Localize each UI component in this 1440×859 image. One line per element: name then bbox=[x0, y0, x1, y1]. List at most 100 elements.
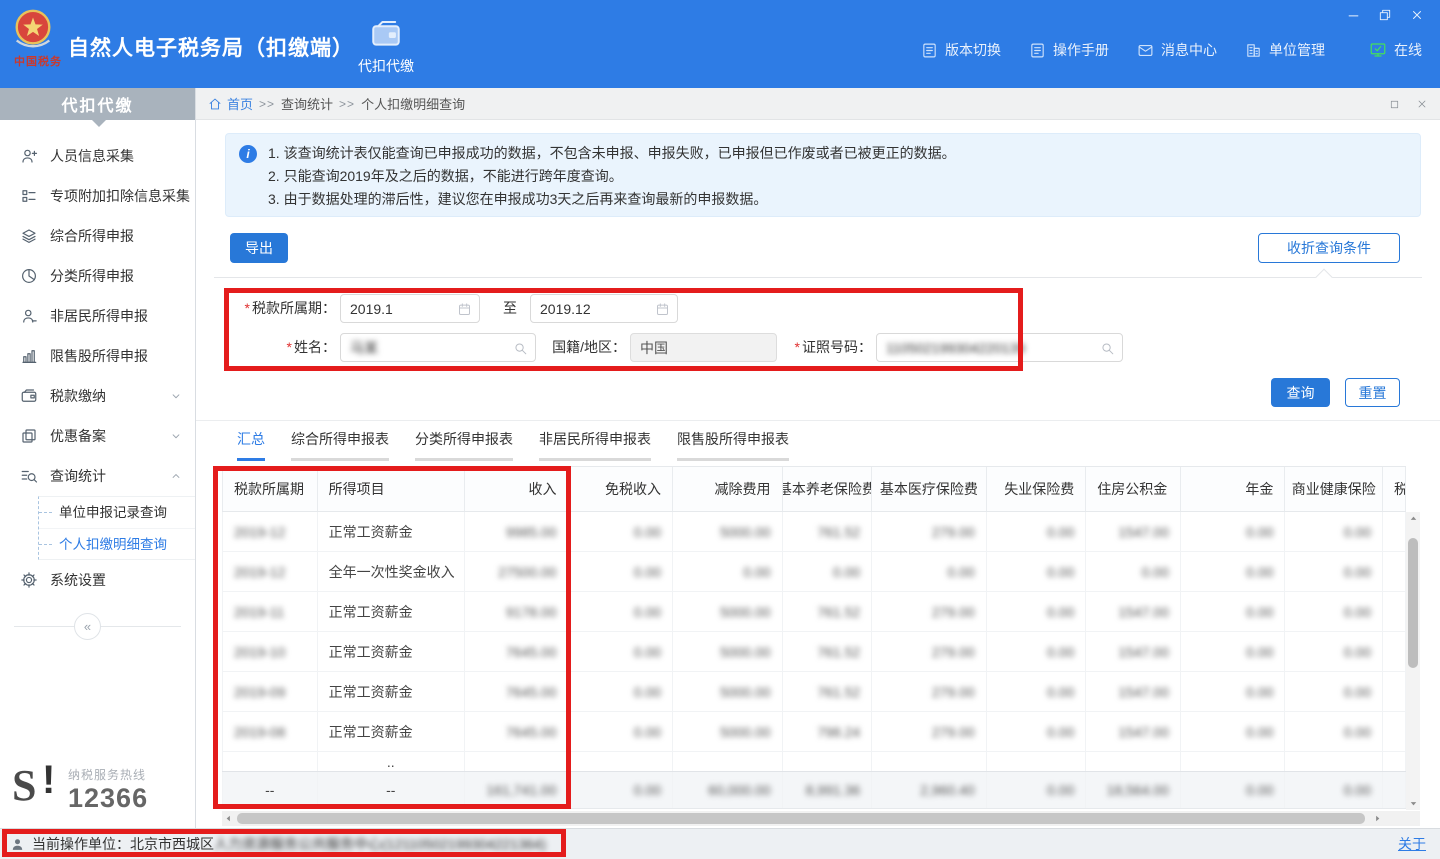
nav-item-3[interactable]: 消息中心 bbox=[1137, 40, 1217, 60]
wallet-icon bbox=[20, 387, 38, 405]
nav-item-label: 消息中心 bbox=[1161, 40, 1217, 60]
sidebar-item-6[interactable]: 限售股所得申报 bbox=[0, 336, 195, 376]
sidebar-item-5[interactable]: 非居民所得申报 bbox=[0, 296, 195, 336]
table-row[interactable]: 2019-11正常工资薪金9178.000.005000.00761.52279… bbox=[222, 592, 1406, 632]
sidebar-item-4[interactable]: 分类所得申报 bbox=[0, 256, 195, 296]
calendar-icon[interactable] bbox=[457, 302, 472, 317]
table-row[interactable]: 2019-08正常工资薪金7645.000.005000.00798.24279… bbox=[222, 712, 1406, 752]
column-header-税款所属期: 税款所属期 bbox=[222, 467, 318, 511]
restore-icon[interactable] bbox=[1376, 6, 1394, 24]
nav-item-1[interactable]: 版本切换 bbox=[921, 40, 1001, 60]
column-header-失业保险费: 失业保险费 bbox=[987, 467, 1087, 511]
scroll-left-icon[interactable] bbox=[222, 811, 235, 826]
table-cell: 全年一次性奖金收入 bbox=[318, 552, 465, 591]
horizontal-scroll-thumb[interactable] bbox=[237, 813, 1365, 824]
redacted-unit-rest: 人力资源服务公共服务中心(12110502199304221364) bbox=[214, 834, 546, 854]
tab-汇总[interactable]: 汇总 bbox=[237, 429, 265, 461]
monitor-check-icon bbox=[1369, 41, 1387, 59]
sidebar-item-10[interactable]: 系统设置 bbox=[0, 560, 195, 600]
tab-分类所得申报表[interactable]: 分类所得申报表 bbox=[415, 429, 513, 461]
period-start-input[interactable]: 2019.1 bbox=[340, 294, 480, 323]
table-row[interactable]: 2019-12正常工资薪金9985.000.005000.00761.52279… bbox=[222, 512, 1406, 552]
table-cell: 0.00 bbox=[987, 632, 1087, 671]
vertical-scrollbar[interactable] bbox=[1406, 512, 1420, 810]
tab-限售股所得申报表[interactable]: 限售股所得申报表 bbox=[677, 429, 789, 461]
sidebar-item-9[interactable]: 查询统计 bbox=[0, 456, 195, 496]
scroll-right-icon[interactable] bbox=[1371, 811, 1384, 826]
online-status[interactable]: 在线 bbox=[1369, 40, 1422, 60]
sidebar-item-label: 分类所得申报 bbox=[50, 266, 183, 286]
table-cell bbox=[1383, 772, 1406, 808]
vertical-scroll-thumb[interactable] bbox=[1408, 538, 1418, 668]
notice-line-3: 3. 由于数据处理的滞后性，建议您在申报成功3天之后再来查询最新的申报数据。 bbox=[268, 188, 1406, 211]
redacted-id-value: 110502199304220139 bbox=[886, 340, 1025, 356]
panel-close-icon[interactable] bbox=[1416, 98, 1428, 110]
chevron-down-icon bbox=[169, 389, 183, 403]
panel-window-controls bbox=[1389, 88, 1428, 120]
about-link[interactable]: 关于 bbox=[1398, 834, 1426, 854]
name-label: *姓名： bbox=[214, 333, 336, 362]
table-row[interactable]: 2019-12全年一次性奖金收入27500.000.000.000.000.00… bbox=[222, 552, 1406, 592]
table-cell: 0.00 bbox=[1181, 672, 1286, 711]
scroll-down-icon[interactable] bbox=[1406, 797, 1420, 810]
nav-item-2[interactable]: 操作手册 bbox=[1029, 40, 1109, 60]
breadcrumb-item[interactable]: 查询统计 bbox=[281, 94, 333, 113]
breadcrumb-home[interactable]: 首页 bbox=[208, 94, 253, 113]
table-row[interactable]: 2019-10正常工资薪金7645.000.005000.00761.52279… bbox=[222, 632, 1406, 672]
sidebar-item-7[interactable]: 税款缴纳 bbox=[0, 376, 195, 416]
tab-综合所得申报表[interactable]: 综合所得申报表 bbox=[291, 429, 389, 461]
table-cell: 0.00 bbox=[568, 772, 673, 808]
table-cell: 正常工资薪金 bbox=[318, 512, 465, 551]
breadcrumb: 首页 >>查询统计>>个人扣缴明细查询 bbox=[196, 88, 1440, 120]
search-icon[interactable] bbox=[513, 341, 528, 356]
sidebar-item-2[interactable]: 专项附加扣除信息采集 bbox=[0, 176, 195, 216]
nav-item-4[interactable]: 单位管理 bbox=[1245, 40, 1325, 60]
table-cell bbox=[1086, 752, 1181, 771]
app-window: 中国税务 自然人电子税务局（扣缴端） 代扣代缴 版本切换操作手册消息中心单位管理… bbox=[0, 0, 1440, 859]
table-cell: 2019-09 bbox=[222, 672, 318, 711]
close-icon[interactable] bbox=[1408, 6, 1426, 24]
minimize-icon[interactable] bbox=[1344, 6, 1362, 24]
sidebar-item-3[interactable]: 综合所得申报 bbox=[0, 216, 195, 256]
scroll-up-icon[interactable] bbox=[1406, 512, 1420, 525]
query-button[interactable]: 查询 bbox=[1271, 378, 1330, 407]
collapse-query-button[interactable]: 收折查询条件 bbox=[1258, 233, 1400, 263]
top-nav: 版本切换 操作手册 消息中心 单位管理 在线 bbox=[921, 40, 1422, 60]
table-cell: 正常工资薪金 bbox=[318, 672, 465, 711]
table-cell: 279.00 bbox=[872, 512, 987, 551]
breadcrumb-item[interactable]: 个人扣缴明细查询 bbox=[361, 94, 465, 113]
calendar-icon[interactable] bbox=[655, 302, 670, 317]
sidebar-subitem-个人扣缴明细查询[interactable]: 个人扣缴明细查询 bbox=[39, 528, 195, 559]
table-cell: 0.00 bbox=[1181, 632, 1286, 671]
search-icon[interactable] bbox=[1100, 341, 1115, 356]
name-input[interactable]: 马某 bbox=[340, 333, 536, 362]
table-cell: 0.00 bbox=[568, 592, 673, 631]
table-row[interactable]: 2019-09正常工资薪金7645.000.005000.00761.52279… bbox=[222, 672, 1406, 712]
sidebar-collapse-button[interactable]: « bbox=[74, 613, 101, 640]
doc-icon bbox=[921, 42, 938, 59]
export-button[interactable]: 导出 bbox=[230, 233, 288, 263]
reset-button[interactable]: 重置 bbox=[1345, 378, 1400, 407]
table-cell bbox=[1383, 752, 1406, 771]
sidebar-subitem-单位申报记录查询[interactable]: 单位申报记录查询 bbox=[39, 497, 195, 528]
panel-maximize-icon[interactable] bbox=[1389, 99, 1400, 110]
horizontal-scrollbar[interactable] bbox=[222, 811, 1420, 826]
tab-非居民所得申报表[interactable]: 非居民所得申报表 bbox=[539, 429, 651, 461]
gear-icon bbox=[20, 571, 38, 589]
table-cell bbox=[1383, 632, 1406, 671]
table-cell bbox=[1383, 512, 1406, 551]
wallet-icon bbox=[367, 17, 405, 51]
table-cell: 60,000.00 bbox=[673, 772, 783, 808]
id-number-input[interactable]: 110502199304220139 bbox=[876, 333, 1123, 362]
column-header-税: 税 bbox=[1383, 467, 1406, 511]
period-end-input[interactable]: 2019.12 bbox=[530, 294, 678, 323]
sidebar-item-label: 系统设置 bbox=[50, 570, 183, 590]
chart-icon bbox=[20, 347, 38, 365]
sidebar-item-8[interactable]: 优惠备案 bbox=[0, 416, 195, 456]
titlebar: 中国税务 自然人电子税务局（扣缴端） 代扣代缴 版本切换操作手册消息中心单位管理… bbox=[0, 0, 1440, 88]
search-list-icon bbox=[20, 467, 38, 485]
period-label: *税款所属期： bbox=[214, 294, 336, 323]
sidebar-item-1[interactable]: 人员信息采集 bbox=[0, 136, 195, 176]
table-cell: 8,991.36 bbox=[783, 772, 873, 808]
app-tab-withholding[interactable]: 代扣代缴 bbox=[330, 12, 442, 80]
